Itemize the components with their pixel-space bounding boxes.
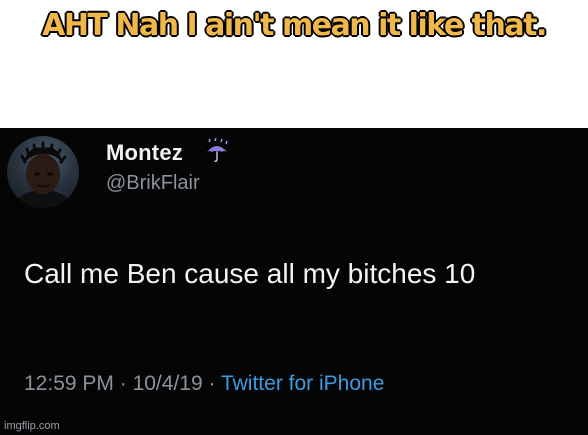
meta-separator: · xyxy=(119,372,127,395)
tweet-date[interactable]: 10/4/19 xyxy=(133,372,203,395)
meta-separator: · xyxy=(208,372,216,395)
umbrella-rain-icon xyxy=(207,138,228,162)
tweet-text: Call me Ben cause all my bitches 10 xyxy=(24,258,476,289)
user-handle[interactable]: @BrikFlair xyxy=(106,172,200,195)
tweet-source-link[interactable]: Twitter for iPhone xyxy=(221,372,384,395)
tweet-time[interactable]: 12:59 PM xyxy=(24,372,114,395)
avatar-photo xyxy=(10,141,76,208)
watermark: imgflip.com xyxy=(4,420,60,432)
avatar[interactable] xyxy=(7,136,79,208)
tweet-card: Montez @BrikFlair Call me Ben cause all … xyxy=(0,128,588,435)
display-name[interactable]: Montez xyxy=(106,140,183,166)
tweet-meta: 12:59 PM · 10/4/19 · Twitter for iPhone xyxy=(24,372,384,396)
meme-caption: AHT Nah I ain't mean it like that. xyxy=(41,7,548,44)
